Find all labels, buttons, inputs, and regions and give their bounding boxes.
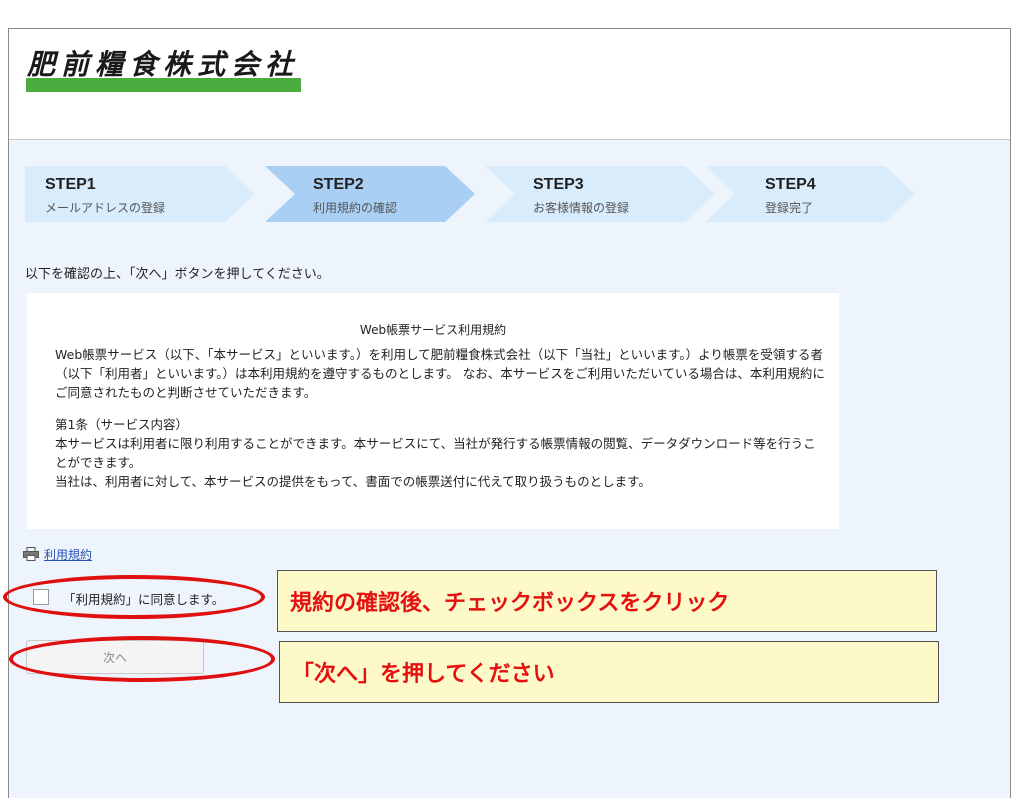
company-logo[interactable]: 肥前糧食株式会社 [27,43,299,83]
terms-paragraph: 本サービスは利用者に限り利用することができます。本サービスにて、当社が発行する帳… [55,436,816,470]
print-terms-label[interactable]: 利用規約 [44,548,92,562]
step-1-label: メールアドレスの登録 [45,201,166,215]
terms-article-heading: 第1条（サービス内容） [55,417,188,432]
step-1-number: STEP1 [45,176,96,193]
site-header: 肥前糧食株式会社 [9,29,1010,140]
step-3-number: STEP3 [533,176,584,193]
printer-icon [23,547,39,561]
terms-paragraph: Web帳票サービス（以下、「本サービス」といいます。）を利用して肥前糧食株式会社… [55,347,825,400]
instruction-text: 以下を確認の上、「次へ」ボタンを押してください。 [25,267,330,282]
terms-title: Web帳票サービス利用規約 [359,323,507,337]
annotation-ellipse-next [9,636,275,682]
page-frame: 肥前糧食株式会社 STEP1 メールアドレスの登録 STEP2 利用規約の確認 … [3,28,1011,798]
annotation-callout-next: 「次へ」を押してください [279,641,939,703]
step-2-number: STEP2 [313,176,364,193]
step-2-label: 利用規約の確認 [313,201,398,215]
terms-scroll-box[interactable]: Web帳票サービス利用規約 Web帳票サービス（以下、「本サービス」といいます。… [27,293,839,529]
main-content: STEP1 メールアドレスの登録 STEP2 利用規約の確認 STEP3 お客様… [3,140,1010,798]
step-4-number: STEP4 [765,176,816,193]
print-terms-link[interactable]: 利用規約 [23,546,92,563]
annotation-ellipse-checkbox [3,575,265,619]
annotation-callout-checkbox: 規約の確認後、チェックボックスをクリック [277,570,937,632]
terms-body: Web帳票サービス（以下、「本サービス」といいます。）を利用して肥前糧食株式会社… [55,345,825,491]
step-progress: STEP1 メールアドレスの登録 STEP2 利用規約の確認 STEP3 お客様… [25,166,925,222]
terms-paragraph: 当社は、利用者に対して、本サービスの提供をもって、書面での帳票送付に代えて取り扱… [55,474,651,489]
logo-underline-bar [26,78,301,92]
step-3-label: お客様情報の登録 [533,201,630,215]
step-4-label: 登録完了 [765,201,814,215]
